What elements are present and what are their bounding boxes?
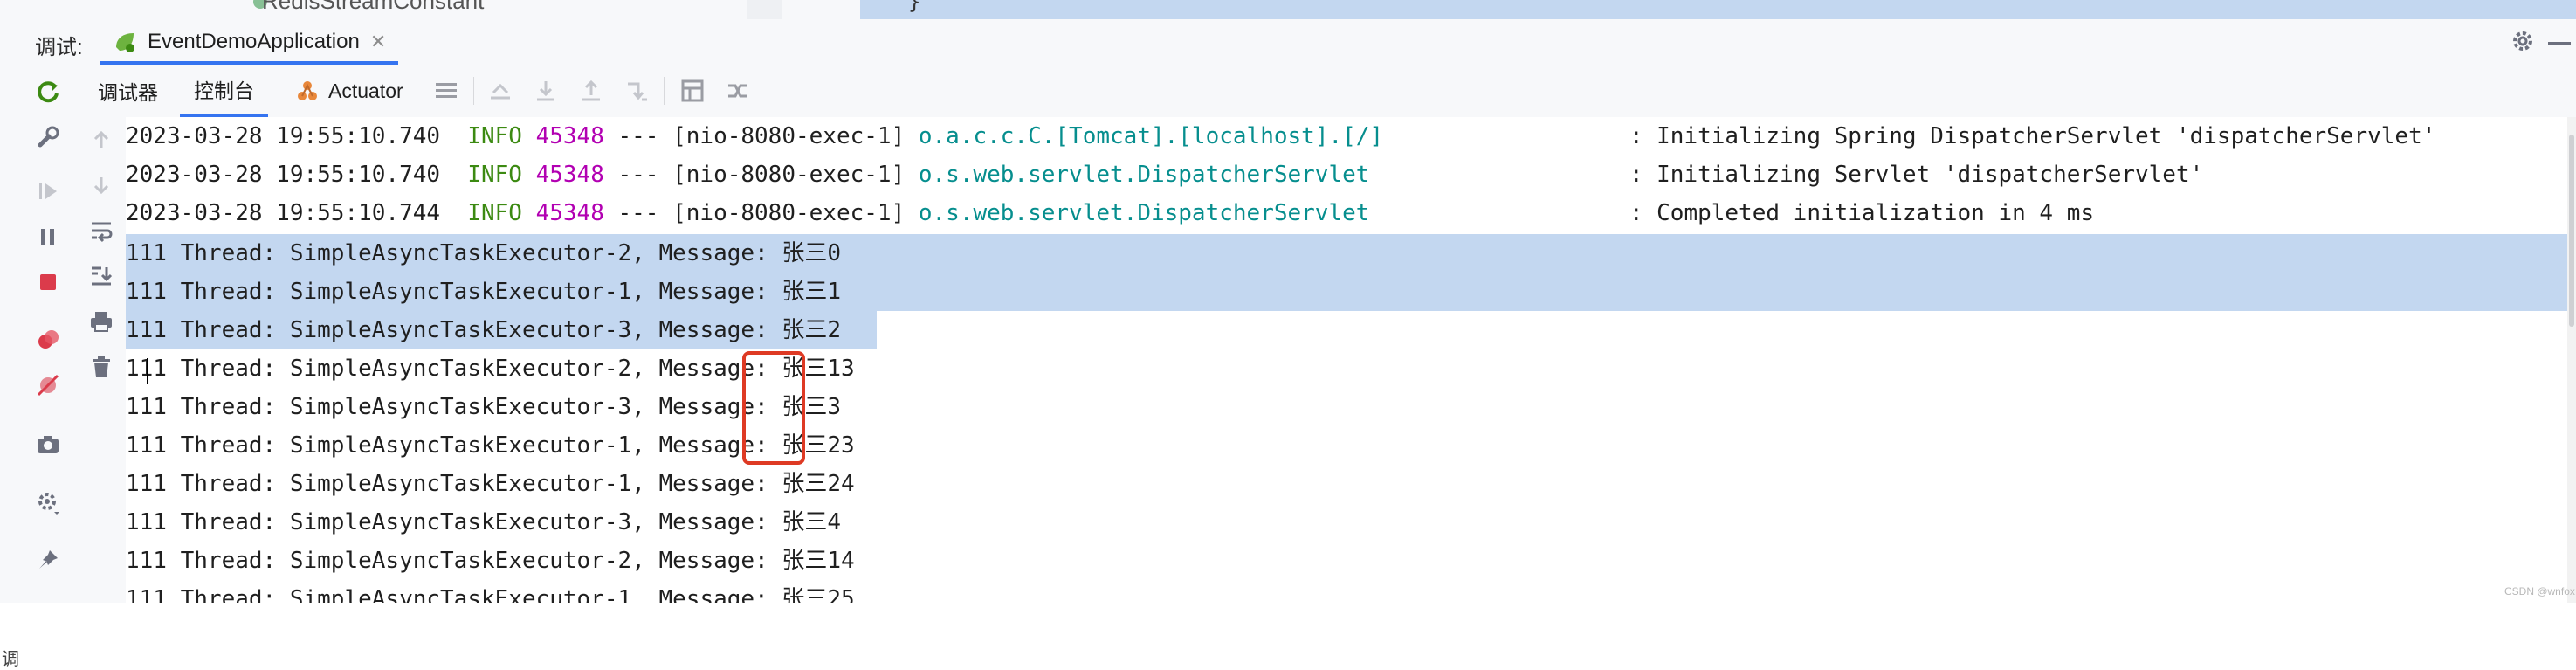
text-caret — [147, 358, 148, 384]
output-line: 111 Thread: SimpleAsyncTaskExecutor-1, M… — [126, 279, 842, 305]
pause-icon[interactable] — [33, 222, 63, 252]
log-level: INFO — [467, 200, 522, 226]
log-pid: 45348 — [535, 162, 604, 188]
resume-icon[interactable] — [33, 176, 63, 206]
camera-icon[interactable] — [33, 430, 63, 459]
print-icon[interactable] — [87, 307, 115, 335]
output-line: 111 Thread: SimpleAsyncTaskExecutor-2, M… — [126, 240, 842, 266]
scroll-to-end-icon[interactable] — [87, 262, 115, 290]
output-line: 111 Thread: SimpleAsyncTaskExecutor-3, M… — [126, 509, 842, 535]
editor-partial-text: RedisStreamConstant — [262, 0, 485, 14]
debug-actions-sidebar: 调 — [0, 65, 78, 669]
show-execution-point-icon[interactable] — [487, 78, 513, 104]
run-config-tab[interactable]: EventDemoApplication ✕ — [100, 23, 399, 65]
toolbar-divider — [664, 77, 665, 105]
scrollbar-thumb[interactable] — [2569, 135, 2574, 327]
tab-actuator-label: Actuator — [328, 79, 403, 102]
log-logger: o.s.web.servlet.DispatcherServlet — [918, 200, 1370, 226]
log-level: INFO — [467, 123, 522, 149]
log-message: : Completed initialization in 4 ms — [1629, 200, 2095, 226]
view-breakpoints-icon[interactable] — [33, 325, 63, 355]
editor-code-fragment: } — [908, 0, 921, 14]
settings-icon[interactable] — [33, 487, 63, 517]
log-thread: [nio-8080-exec-1] — [672, 123, 906, 149]
output-line: 111 Thread: SimpleAsyncTaskExecutor-1, M… — [126, 586, 855, 603]
wrench-icon[interactable] — [33, 122, 63, 152]
log-date: 2023-03-28 19:55:10.740 — [126, 123, 441, 149]
log-separator: --- — [617, 123, 659, 149]
debug-tool-window-header: 调试: EventDemoApplication ✕ — [0, 19, 2576, 66]
editor-partial-strip: RedisStreamConstant } — [0, 0, 2576, 19]
soft-wrap-icon[interactable] — [87, 217, 115, 245]
actuator-icon — [298, 81, 317, 100]
console-scrollbar[interactable] — [2567, 117, 2576, 603]
log-separator: --- — [617, 162, 659, 188]
pin-icon[interactable] — [33, 545, 63, 575]
log-line: 2023-03-28 19:55:10.744 INFO 45348 --- [nio-… — [126, 194, 2094, 232]
output-line: 111 Thread: SimpleAsyncTaskExecutor-2, M… — [126, 548, 855, 574]
run-to-cursor-icon[interactable] — [623, 78, 650, 104]
log-pid: 45348 — [535, 123, 604, 149]
log-pid: 45348 — [535, 200, 604, 226]
executor-number-highlight-box — [742, 351, 805, 465]
step-out-icon[interactable] — [578, 78, 604, 104]
output-line: 111 Thread: SimpleAsyncTaskExecutor-3, M… — [126, 394, 842, 420]
menu-icon[interactable] — [433, 78, 459, 104]
close-icon[interactable]: ✕ — [370, 31, 386, 53]
output-line: 111 Thread: SimpleAsyncTaskExecutor-1, M… — [126, 471, 855, 497]
log-thread: [nio-8080-exec-1] — [672, 162, 906, 188]
editor-selection — [860, 0, 2576, 19]
log-logger: o.a.c.c.C.[Tomcat].[localhost].[/] — [918, 123, 1384, 149]
console-toolbar: 调试器 控制台 Actuator — [77, 65, 2576, 118]
console-gutter — [77, 117, 127, 603]
log-logger: o.s.web.servlet.DispatcherServlet — [918, 162, 1370, 188]
gear-icon[interactable] — [2510, 28, 2536, 54]
tab-debugger-label: 调试器 — [98, 81, 158, 104]
rerun-icon[interactable] — [33, 77, 63, 107]
log-line: 2023-03-28 19:55:10.740 INFO 45348 --- [nio-… — [126, 117, 2435, 155]
log-message: : Initializing Spring DispatcherServlet … — [1629, 123, 2436, 149]
watermark: CSDN @wnfox — [2504, 585, 2575, 597]
console-output[interactable]: 2023-03-28 19:55:10.740 INFO 45348 --- [nio-… — [126, 117, 2569, 603]
log-line: 2023-03-28 19:55:10.740 INFO 45348 --- [nio-… — [126, 155, 2203, 194]
step-into-icon[interactable] — [533, 78, 559, 104]
log-level: INFO — [467, 162, 522, 188]
log-separator: --- — [617, 200, 659, 226]
sidebar-fragment-label: 调 — [2, 650, 19, 669]
run-config-name: EventDemoApplication — [148, 30, 360, 53]
output-line: 111 Thread: SimpleAsyncTaskExecutor-3, M… — [126, 317, 842, 343]
scroll-down-icon[interactable] — [87, 171, 115, 199]
log-date: 2023-03-28 19:55:10.740 — [126, 162, 441, 188]
editor-line-number — [747, 0, 782, 19]
log-message: : Initializing Servlet 'dispatcherServle… — [1629, 162, 2204, 188]
log-thread: [nio-8080-exec-1] — [672, 200, 906, 226]
clear-all-icon[interactable] — [87, 353, 115, 381]
scroll-up-icon[interactable] — [87, 126, 115, 154]
tab-actuator[interactable]: Actuator — [295, 65, 403, 117]
log-date: 2023-03-28 19:55:10.744 — [126, 200, 441, 226]
spring-boot-icon — [116, 33, 134, 52]
debug-title: 调试: — [35, 36, 83, 59]
tab-debugger[interactable]: 调试器 — [98, 65, 158, 117]
stop-icon[interactable] — [33, 267, 63, 297]
tab-console-label: 控制台 — [194, 79, 254, 102]
evaluate-expression-icon[interactable] — [679, 78, 706, 104]
tab-console[interactable]: 控制台 — [180, 65, 268, 117]
toolbar-divider — [473, 77, 474, 105]
minimize-icon[interactable] — [2548, 42, 2571, 45]
mute-breakpoints-icon[interactable] — [33, 370, 63, 400]
trace-current-stream-icon[interactable] — [725, 78, 751, 104]
